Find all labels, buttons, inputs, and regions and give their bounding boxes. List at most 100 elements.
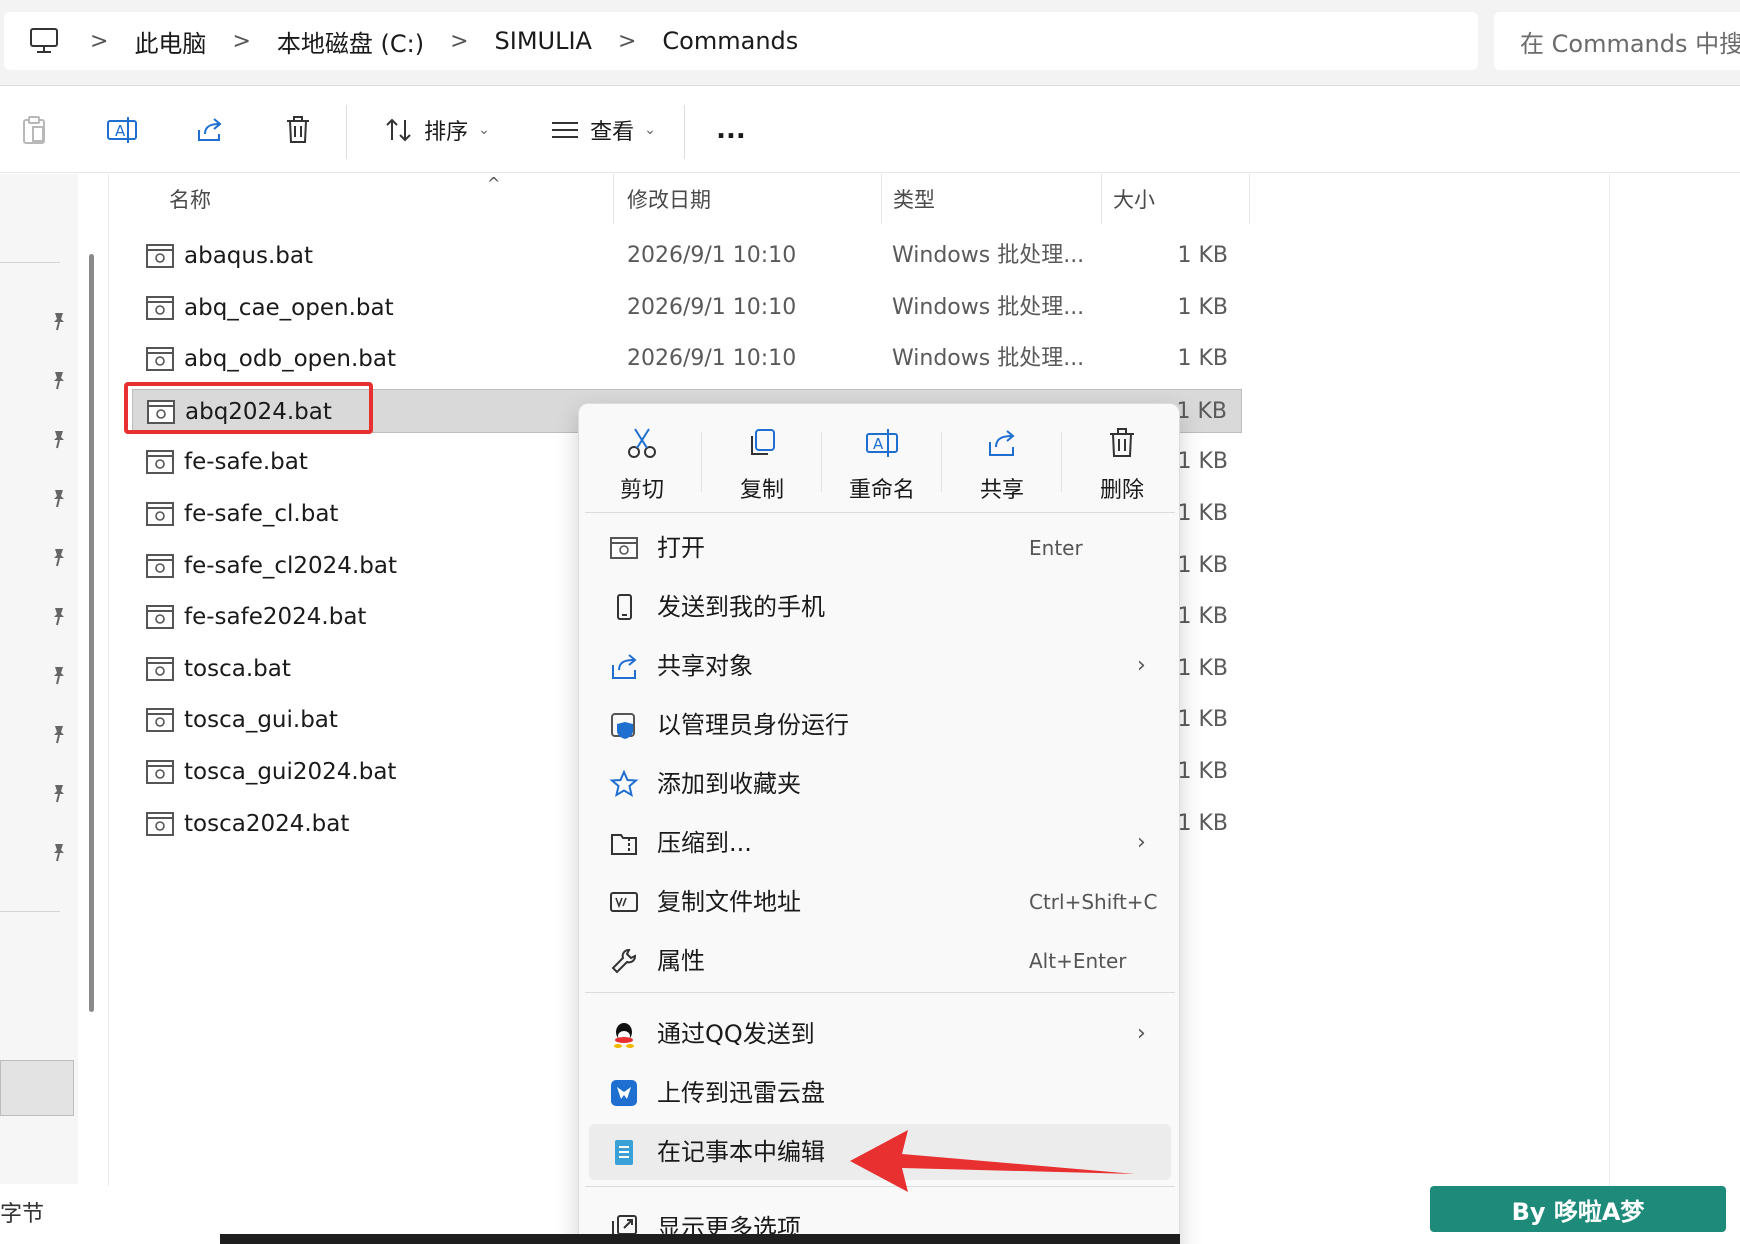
menu-item[interactable]: 复制文件地址 Ctrl+Shift+C (589, 874, 1171, 930)
bat-file-icon (146, 657, 174, 681)
nav-scrollbar[interactable] (89, 254, 94, 1012)
sort-ascending-icon: ^ (487, 174, 501, 193)
file-size: 1 KB (1176, 399, 1227, 424)
bat-file-icon (146, 347, 174, 371)
pin-icon[interactable] (48, 369, 70, 391)
chevron-right-icon: › (1137, 653, 1146, 678)
computer-icon[interactable] (24, 21, 64, 61)
file-name: abq_cae_open.bat (184, 295, 394, 321)
cut-button[interactable]: 剪切 (587, 416, 697, 504)
nav-divider (0, 911, 60, 912)
file-row[interactable]: abq_cae_open.bat 2026/9/1 10:10 Windows 批处… (132, 286, 1242, 330)
menu-item[interactable]: 添加到收藏夹 (589, 756, 1171, 812)
file-size: 1 KB (1177, 346, 1228, 371)
menu-item[interactable]: 属性 Alt+Enter (589, 933, 1171, 989)
menu-item-label: 添加到收藏夹 (657, 770, 801, 798)
bat-file-icon (146, 605, 174, 629)
menu-item[interactable]: 以管理员身份运行 (589, 697, 1171, 753)
file-name: tosca_gui.bat (184, 707, 338, 733)
star-icon (609, 769, 639, 798)
file-row[interactable]: abaqus.bat 2026/9/1 10:10 Windows 批处理... 1 … (132, 234, 1242, 278)
file-size: 1 KB (1177, 449, 1228, 474)
menu-item-shortcut: Alt+Enter (1029, 949, 1127, 973)
menu-item[interactable]: 共享对象 › (589, 638, 1171, 694)
view-button[interactable]: 查看 ⌄ (538, 105, 668, 155)
rename-button[interactable]: A 重命名 (827, 416, 937, 504)
menu-item[interactable]: 压缩到... › (589, 815, 1171, 871)
breadcrumb-item-simulia[interactable]: SIMULIA (495, 27, 592, 55)
breadcrumb-item-local-disk[interactable]: 本地磁盘 (C:) (277, 24, 424, 59)
quick-divider (821, 432, 822, 492)
column-header-name[interactable]: 名称 (169, 174, 211, 224)
bat-file-icon (610, 537, 638, 559)
delete-button[interactable]: 删除 (1067, 416, 1177, 504)
column-header-type[interactable]: 类型 (893, 174, 935, 224)
copy-icon (751, 429, 775, 455)
bat-file-icon (146, 760, 174, 784)
rename-label: 重命名 (848, 478, 915, 503)
nav-divider (0, 262, 60, 263)
chevron-right-icon: > (450, 28, 469, 54)
pin-icon[interactable] (48, 841, 70, 863)
menu-item-label: 在记事本中编辑 (657, 1138, 825, 1166)
share-button[interactable]: 共享 (947, 416, 1057, 504)
menu-item[interactable]: 通过QQ发送到 › (589, 1006, 1171, 1062)
column-divider[interactable] (613, 174, 614, 224)
column-divider[interactable] (1101, 174, 1102, 224)
menu-item-label: 上传到迅雷云盘 (657, 1079, 825, 1107)
breadcrumb-item-this-pc[interactable]: 此电脑 (134, 24, 206, 59)
search-input[interactable]: 在 Commands 中搜 (1494, 12, 1740, 70)
quick-divider (701, 432, 702, 492)
file-name: fe-safe2024.bat (184, 604, 367, 630)
file-name: tosca.bat (184, 656, 291, 682)
pin-icon[interactable] (48, 664, 70, 686)
sort-button[interactable]: 排序 ⌄ (372, 105, 502, 155)
menu-item[interactable]: 上传到迅雷云盘 (589, 1065, 1171, 1121)
pin-icon[interactable] (48, 310, 70, 332)
menu-divider (585, 512, 1175, 513)
pin-icon[interactable] (48, 546, 70, 568)
rename-icon[interactable]: A (100, 105, 144, 155)
menu-item-label: 通过QQ发送到 (657, 1020, 815, 1048)
bat-file-icon (146, 502, 174, 526)
copy-button[interactable]: 复制 (707, 416, 817, 504)
column-divider[interactable] (1249, 174, 1250, 224)
paste-icon[interactable] (14, 105, 54, 155)
breadcrumb[interactable]: > 此电脑 > 本地磁盘 (C:) > SIMULIA > Commands (4, 12, 1478, 70)
file-size: 1 KB (1177, 501, 1228, 526)
menu-item[interactable]: 打开 Enter (589, 520, 1171, 576)
file-row[interactable]: abq_odb_open.bat 2026/9/1 10:10 Windows 批处… (132, 337, 1242, 381)
column-header-size[interactable]: 大小 (1113, 174, 1155, 224)
breadcrumb-item-commands[interactable]: Commands (662, 27, 798, 55)
pin-icon[interactable] (48, 428, 70, 450)
taskbar-strip (220, 1234, 1180, 1244)
menu-item[interactable]: 发送到我的手机 (589, 579, 1171, 635)
address-bar-area: > 此电脑 > 本地磁盘 (C:) > SIMULIA > Commands 在… (0, 0, 1740, 86)
file-name: fe-safe.bat (184, 449, 308, 475)
toolbar-divider (346, 105, 347, 159)
selection-highlight-box (124, 382, 373, 434)
view-list-icon (552, 122, 579, 138)
delete-icon[interactable] (276, 105, 320, 155)
trash-icon (1110, 428, 1134, 457)
nav-item-selected[interactable] (0, 1060, 74, 1116)
qq-icon (614, 1023, 634, 1048)
pin-icon[interactable] (48, 782, 70, 804)
share-icon[interactable] (188, 105, 232, 155)
pin-icon[interactable] (48, 487, 70, 509)
zip-folder-icon (611, 834, 637, 855)
chevron-right-icon: > (232, 28, 251, 54)
file-date: 2026/9/1 10:10 (627, 243, 797, 268)
more-button[interactable]: ... (708, 105, 754, 155)
shield-icon (611, 713, 635, 739)
pin-icon[interactable] (48, 723, 70, 745)
xunlei-icon (611, 1080, 637, 1106)
chevron-right-icon: › (1137, 1021, 1146, 1046)
file-name: abq_odb_open.bat (184, 346, 396, 372)
pin-icon[interactable] (48, 605, 70, 627)
svg-text:A: A (873, 435, 884, 453)
column-header-modified[interactable]: 修改日期 (627, 174, 711, 224)
status-text: 字节 (0, 1202, 45, 1227)
column-divider[interactable] (881, 174, 882, 224)
menu-divider (585, 992, 1175, 993)
